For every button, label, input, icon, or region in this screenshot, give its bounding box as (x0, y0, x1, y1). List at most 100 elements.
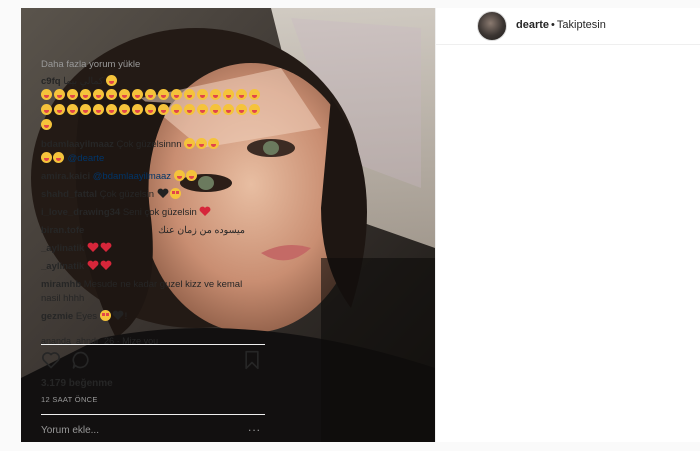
yum-face-icon (236, 89, 247, 100)
heart-icon (87, 260, 99, 270)
yum-face-icon (158, 89, 169, 100)
comment-item: bdamlaayilmaaz Çok güzelsinnn @dearte (41, 138, 263, 166)
avatar[interactable] (477, 11, 507, 41)
post-side-panel: dearte • Takiptesin (435, 8, 700, 442)
yum-face-icon (132, 89, 143, 100)
yum-face-icon (223, 104, 234, 115)
yum-face-icon (158, 104, 169, 115)
comment-text: كمالي بيما (63, 76, 104, 87)
yum-face-icon (93, 104, 104, 115)
yum-face-icon (145, 104, 156, 115)
yum-face-icon (80, 104, 91, 115)
yum-face-icon (184, 138, 196, 149)
comment-username[interactable]: c9fq (41, 76, 61, 87)
yum-face-icon (106, 104, 117, 115)
comment-text: Eyes (75, 311, 97, 322)
yum-face-icon (67, 89, 78, 100)
yum-face-icon (185, 170, 197, 181)
divider (41, 344, 265, 345)
comment-item: biran.tofe ميسوده من زمان عنك (41, 224, 263, 238)
comment-username[interactable]: _aylinatik (41, 261, 84, 272)
heart-icon (87, 242, 99, 252)
yum-face-icon (184, 104, 195, 115)
yum-face-icon (197, 104, 208, 115)
comment-username[interactable]: i_love_drawing34 (41, 207, 120, 218)
mention-link[interactable]: @dearte (68, 153, 105, 164)
comment-text: Çok güzelsinnn (116, 139, 182, 150)
header-text: dearte • Takiptesin (516, 19, 606, 31)
heart-eyes-icon (169, 188, 181, 199)
yum-face-icon (41, 119, 52, 130)
yum-face-icon (119, 89, 130, 100)
add-comment-bar: ... (41, 420, 265, 438)
heart-icon (100, 260, 112, 270)
yum-face-icon (132, 104, 143, 115)
bookmark-icon[interactable] (243, 350, 261, 370)
yum-face-icon (119, 104, 130, 115)
yum-face-icon (249, 104, 260, 115)
post-timestamp[interactable]: 12 SAAT ÖNCE (41, 395, 98, 404)
yum-face-icon (54, 89, 65, 100)
likes-count[interactable]: 3.179 beğenme (41, 378, 113, 389)
comment-item: miramhb Mesude ne kadar guzel kizz ve ke… (41, 278, 263, 306)
comment-text: ميسوده من زمان عنك (158, 225, 245, 236)
heart-icon (100, 242, 112, 252)
yum-face-icon (208, 138, 220, 149)
yum-face-icon (41, 104, 52, 115)
yum-face-icon (236, 104, 247, 115)
following-status[interactable]: Takiptesin (557, 19, 606, 31)
yum-face-icon (93, 89, 104, 100)
comment-text: Çok güzelsin (99, 189, 154, 200)
yum-face-icon (171, 89, 182, 100)
yum-face-icon (80, 89, 91, 100)
add-comment-input[interactable] (41, 425, 231, 436)
comment-username[interactable]: miramhb (41, 279, 81, 290)
comment-username[interactable]: amira.kaici (41, 171, 90, 182)
yum-face-icon (171, 104, 182, 115)
yum-face-icon (223, 89, 234, 100)
yum-face-icon (67, 104, 78, 115)
yum-face-icon (106, 75, 118, 86)
mention-link[interactable]: @bdamlaayilmaaz (93, 171, 171, 182)
username-link[interactable]: dearte (516, 19, 549, 31)
emoji-grid (41, 89, 263, 134)
black-heart-icon (157, 188, 169, 198)
comment-item: amira.kaici @bdamlaayilmaaz (41, 170, 263, 184)
comment-item: c9fq كمالي بيما (41, 75, 263, 134)
action-bar (41, 350, 261, 374)
comment-item: shahd_fattal Çok güzelsin (41, 188, 263, 202)
divider (41, 414, 265, 415)
yum-face-icon (184, 89, 195, 100)
yum-face-icon (145, 89, 156, 100)
speech-bubble-icon[interactable] (71, 350, 91, 370)
heart-icon (200, 206, 211, 216)
post-header: dearte • Takiptesin (436, 8, 700, 45)
comment-username[interactable]: biran.tofe (41, 225, 84, 236)
heart-outline-icon[interactable] (41, 350, 61, 370)
yum-face-icon (197, 89, 208, 100)
comment-item: gezmie Eyes ! (41, 310, 263, 324)
yum-face-icon (196, 138, 208, 149)
load-more-comments-link[interactable]: Daha fazla yorum yükle (41, 58, 263, 72)
yum-face-icon (210, 104, 221, 115)
separator-dot: • (551, 19, 555, 31)
comment-item: _aylinatik (41, 260, 263, 274)
comment-username[interactable]: bdamlaayilmaaz (41, 139, 114, 150)
comment-item: i_love_drawing34 Seni çok güzelsin (41, 206, 263, 220)
comment-text: Seni çok güzelsin (122, 207, 197, 218)
cut-off-comment: ananda_ahndr_26 · Mize you (41, 336, 159, 344)
heart-eyes-icon (99, 310, 111, 321)
comment-username[interactable]: shahd_fattal (41, 189, 97, 200)
more-options-button[interactable]: ... (248, 420, 261, 434)
yum-face-icon (53, 152, 64, 163)
yum-face-icon (41, 152, 52, 163)
comment-username[interactable]: gezmie (41, 311, 73, 322)
yum-face-icon (41, 89, 52, 100)
comment-suffix: ! (124, 311, 128, 322)
black-heart-icon (112, 310, 124, 320)
yum-face-icon (249, 89, 260, 100)
yum-face-icon (54, 104, 65, 115)
comment-username[interactable]: _aylinatik (41, 243, 84, 254)
comments-list: Daha fazla yorum yükle c9fq كمالي بيما b… (41, 58, 263, 344)
comment-item: _aylinatik (41, 242, 263, 256)
